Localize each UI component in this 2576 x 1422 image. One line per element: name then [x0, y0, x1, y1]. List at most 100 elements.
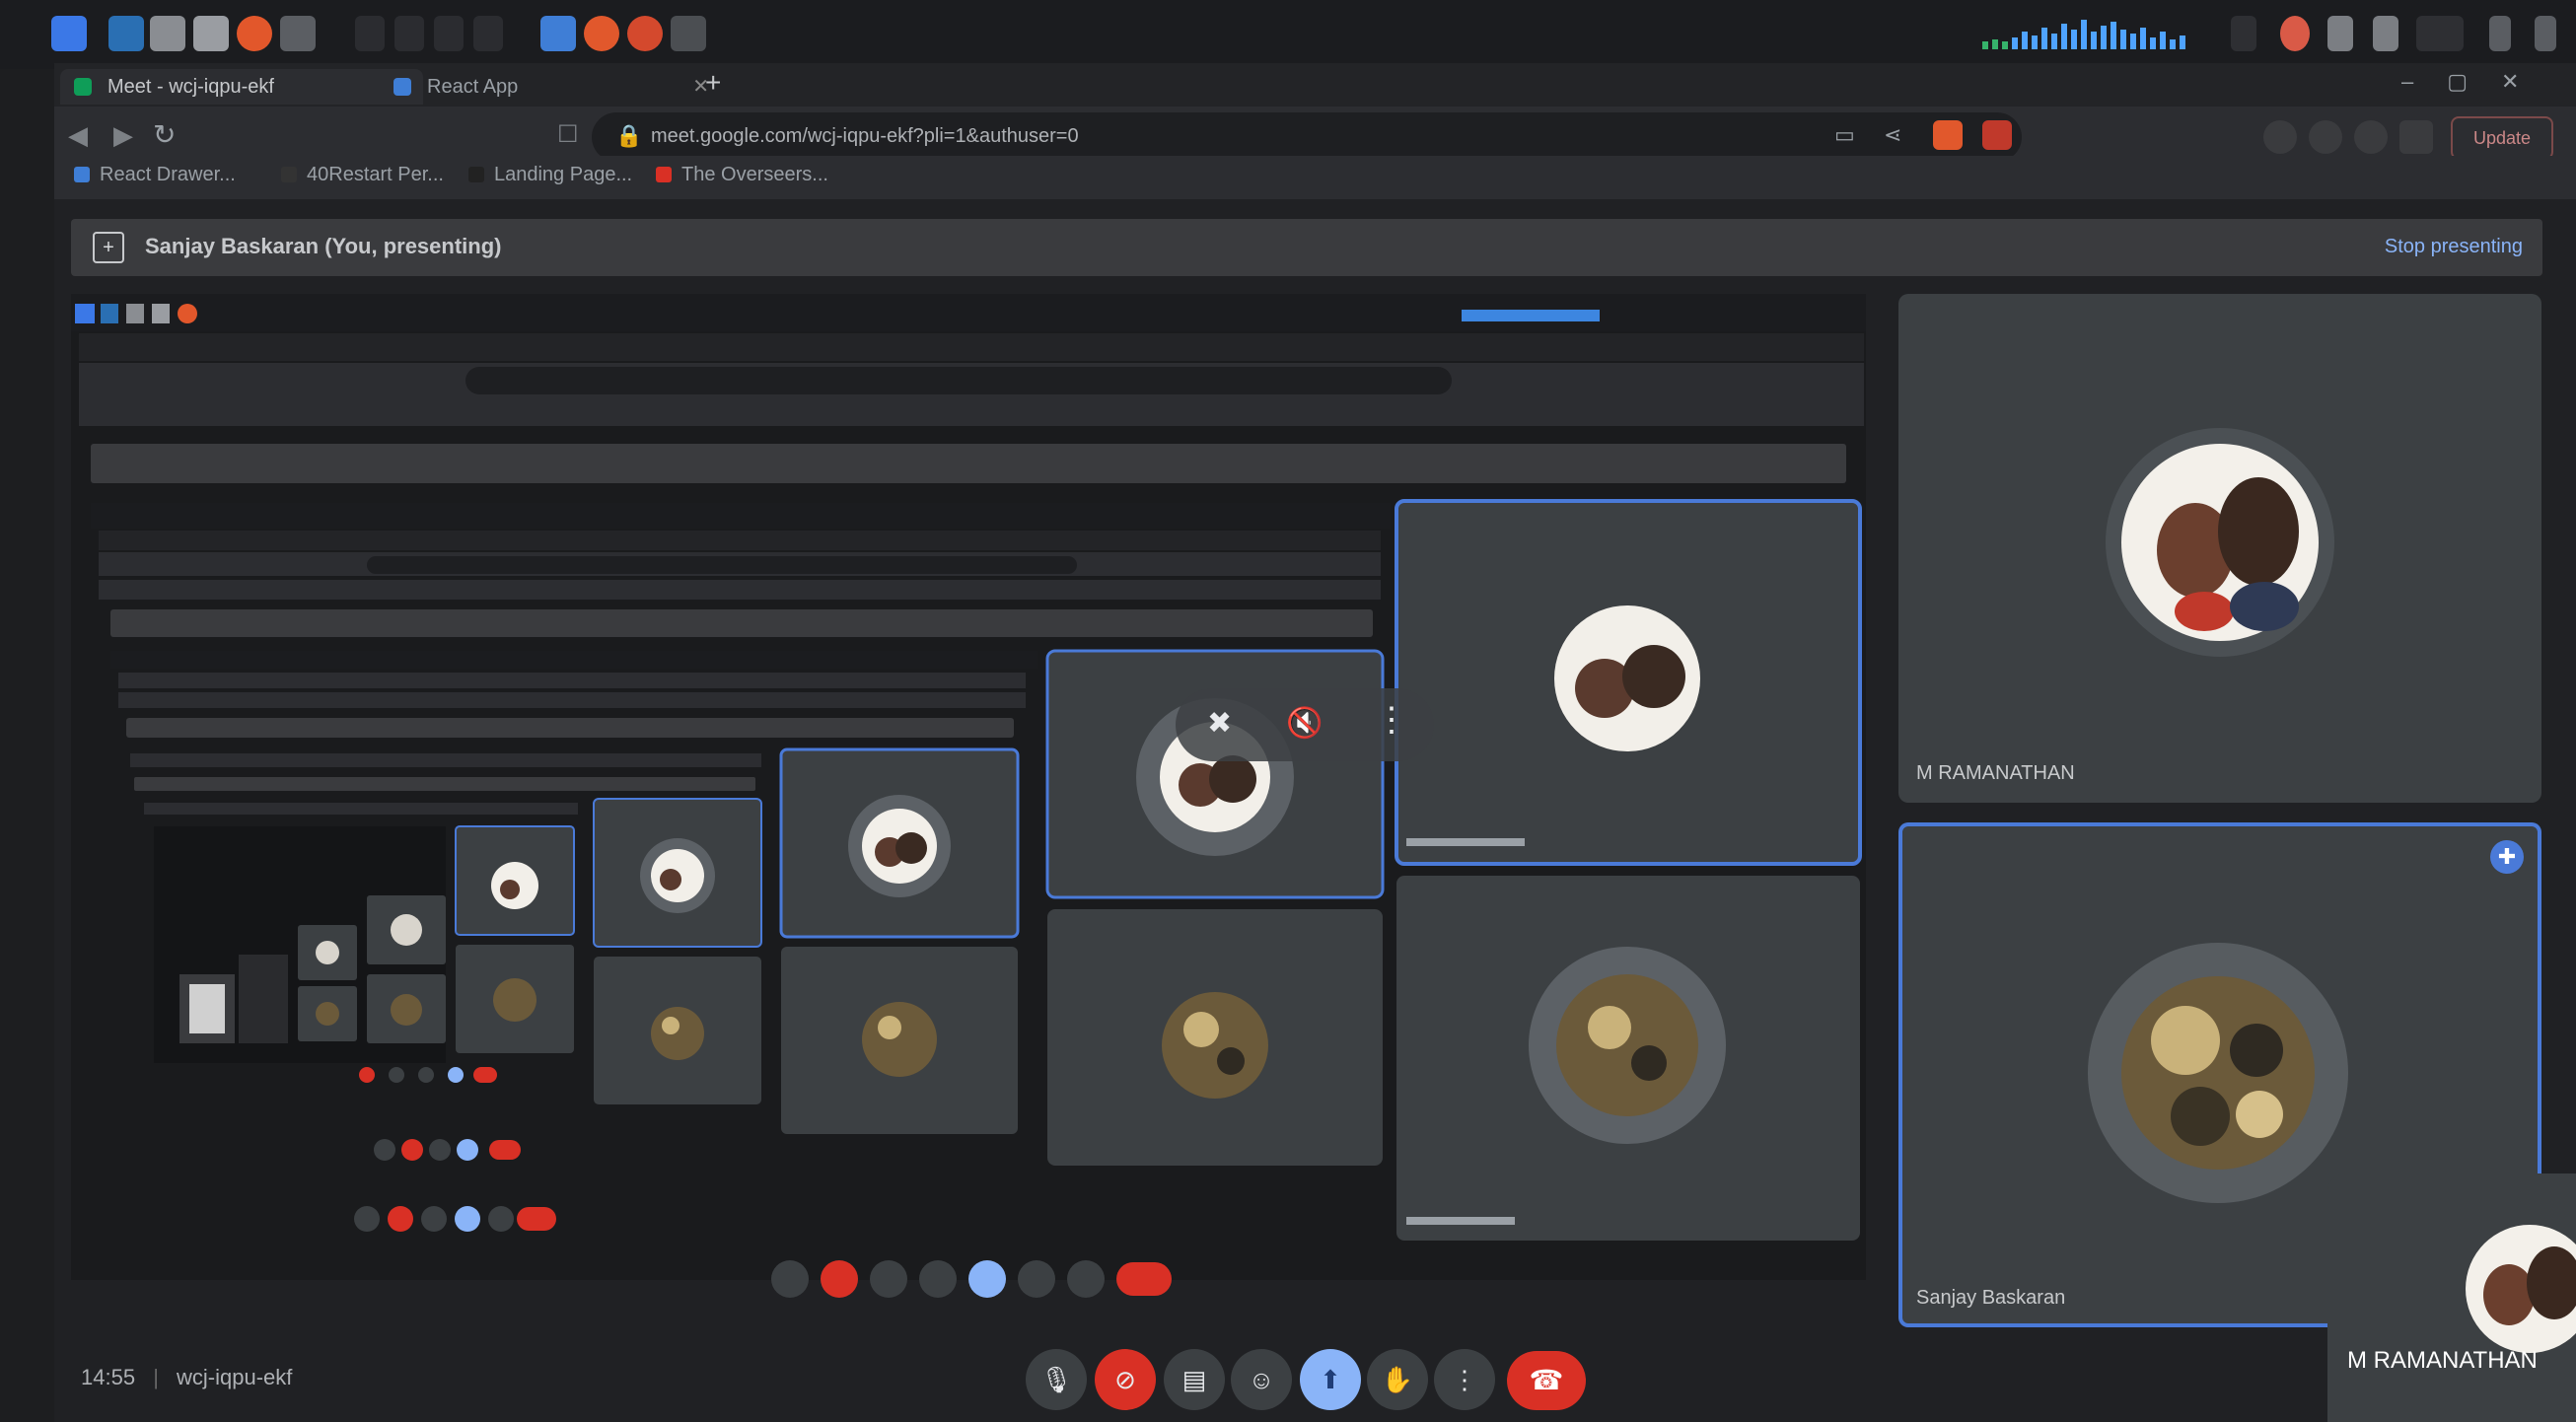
emoji-button[interactable]: ☺ [1231, 1349, 1292, 1410]
vscode-icon[interactable] [540, 16, 576, 51]
avatar [2121, 976, 2315, 1170]
meeting-info: 14:55 | wcj-iqpu-ekf [81, 1365, 293, 1389]
file-manager-icon[interactable] [108, 16, 144, 51]
shared-more-icon [1067, 1260, 1105, 1298]
sidebar-icon[interactable] [2354, 120, 2388, 154]
reload-icon[interactable]: ↻ [153, 118, 176, 151]
shared-captions-icon [870, 1260, 907, 1298]
update-button[interactable]: Update [2451, 116, 2553, 160]
browser-tab-bar: Meet - wcj-iqpu-ekf ✕ React App ✕ + –▢✕ [54, 63, 2576, 107]
back-icon[interactable]: ◀ [68, 120, 88, 151]
unpin-icon[interactable]: ✖ [1207, 706, 1232, 741]
bookmark-item[interactable]: The Overseers... [656, 164, 828, 186]
raise-hand-button[interactable]: ✋ [1367, 1349, 1428, 1410]
window-controls[interactable]: –▢✕ [2401, 69, 2552, 95]
pin-icon[interactable]: ✚ [2490, 840, 2524, 874]
pin-icon[interactable] [2309, 120, 2342, 154]
text-editor-icon[interactable] [150, 16, 185, 51]
hand-icon: ✋ [1381, 1365, 1414, 1394]
cast-icon[interactable]: ▭ [1834, 122, 1855, 148]
self-view-tile[interactable]: M RAMANATHAN [2327, 1173, 2576, 1422]
end-call-icon: ☎ [1529, 1365, 1564, 1395]
brave-icon[interactable] [584, 16, 619, 51]
present-to-all-icon: + [93, 232, 124, 263]
power-icon[interactable] [2489, 16, 2511, 51]
camera-button[interactable]: ⊘ [1095, 1349, 1156, 1410]
self-view-name: M RAMANATHAN [2347, 1347, 2538, 1374]
network-icon[interactable] [2231, 16, 2256, 51]
avatar [2121, 444, 2319, 641]
menu-icon[interactable] [2535, 16, 2556, 51]
bookmark-label: The Overseers... [681, 164, 828, 185]
participant-tile[interactable]: M RAMANATHAN [1898, 294, 2541, 803]
mic-button[interactable]: 🎙 [1026, 1349, 1087, 1410]
notification-icon[interactable] [2327, 16, 2353, 51]
battery-icon[interactable] [2416, 16, 2464, 51]
meet-favicon-icon [74, 78, 92, 96]
notes-icon[interactable] [193, 16, 229, 51]
stop-presenting-button[interactable]: Stop presenting [2385, 236, 2523, 258]
lock-icon: 🔒 [615, 123, 643, 148]
clipboard-icon[interactable] [2373, 16, 2398, 51]
meeting-time: 14:55 [81, 1365, 136, 1389]
participant-name: Sanjay Baskaran [1916, 1287, 2066, 1309]
more-options-button[interactable]: ⋮ [1434, 1349, 1495, 1410]
forward-icon[interactable]: ▶ [113, 120, 133, 151]
more-vert-icon: ⋮ [1452, 1365, 1477, 1394]
terminal-icon[interactable] [671, 16, 706, 51]
react-favicon-icon [394, 78, 411, 96]
bookmark-page-icon[interactable]: ☐ [557, 120, 579, 149]
share-icon[interactable]: ⋖ [1884, 122, 1901, 148]
shared-mic-icon [771, 1260, 809, 1298]
more-vert-icon[interactable]: ⋮ [1375, 700, 1408, 740]
system-taskbar [0, 0, 2576, 69]
audio-visualizer [1982, 14, 2219, 59]
mic-icon: 🎙 [1039, 1365, 1073, 1394]
tile-hover-actions: ✖ 🔇 ⋮ [1176, 688, 1434, 761]
shared-screen-capture [71, 294, 1866, 1272]
meeting-code: wcj-iqpu-ekf [177, 1365, 293, 1389]
present-icon: ⬆ [1320, 1365, 1341, 1394]
presenting-banner: + Sanjay Baskaran (You, presenting) Stop… [71, 219, 2542, 276]
presenting-label: Sanjay Baskaran (You, presenting) [145, 234, 502, 258]
address-bar[interactable]: 🔒 meet.google.com/wcj-iqpu-ekf?pli=1&aut… [592, 112, 2022, 162]
participant-name: M RAMANATHAN [1916, 762, 2075, 784]
tab-meet[interactable]: Meet - wcj-iqpu-ekf ✕ [60, 69, 423, 105]
bookmark-item[interactable]: React Drawer... [74, 164, 236, 186]
workspace-2-icon[interactable] [394, 16, 424, 51]
volume-icon[interactable] [2280, 16, 2310, 51]
shared-present-icon [968, 1260, 1006, 1298]
captions-button[interactable]: ▤ [1164, 1349, 1225, 1410]
brave-rewards-icon[interactable] [1982, 120, 2012, 150]
brave-icon-2[interactable] [627, 16, 663, 51]
workspace-3-icon[interactable] [434, 16, 464, 51]
workspace-4-icon[interactable] [473, 16, 503, 51]
extensions-icon[interactable] [2263, 120, 2297, 154]
captions-icon: ▤ [1181, 1365, 1207, 1394]
workspace-1-icon[interactable] [355, 16, 385, 51]
app-launcher-icon[interactable] [51, 16, 87, 51]
end-call-button[interactable]: ☎ [1507, 1351, 1586, 1410]
bookmark-label: Landing Page... [494, 164, 633, 185]
shared-emoji-icon [919, 1260, 957, 1298]
shared-hand-icon [1018, 1260, 1055, 1298]
present-button[interactable]: ⬆ [1300, 1349, 1361, 1410]
shared-controls-row [771, 1260, 1185, 1300]
firefox-icon[interactable] [237, 16, 272, 51]
bookmark-item[interactable]: 40Restart Per... [281, 164, 444, 186]
self-avatar [2466, 1225, 2576, 1353]
tab-react-app[interactable]: React App ✕ [380, 69, 723, 105]
tab-label: Meet - wcj-iqpu-ekf [107, 76, 274, 98]
brave-shields-icon[interactable] [1933, 120, 1963, 150]
bookmarks-bar: React Drawer... 40Restart Per... Landing… [54, 156, 2576, 199]
bookmark-label: React Drawer... [100, 164, 236, 185]
url-text: meet.google.com/wcj-iqpu-ekf?pli=1&authu… [651, 125, 1079, 147]
bookmark-label: 40Restart Per... [307, 164, 444, 185]
window-icon[interactable] [280, 16, 316, 51]
emoji-icon: ☺ [1248, 1365, 1275, 1394]
bookmark-item[interactable]: Landing Page... [468, 164, 632, 186]
wallet-icon[interactable] [2399, 120, 2433, 154]
new-tab-icon[interactable]: + [705, 67, 721, 99]
mute-icon[interactable]: 🔇 [1286, 706, 1323, 741]
shared-camera-icon [821, 1260, 858, 1298]
